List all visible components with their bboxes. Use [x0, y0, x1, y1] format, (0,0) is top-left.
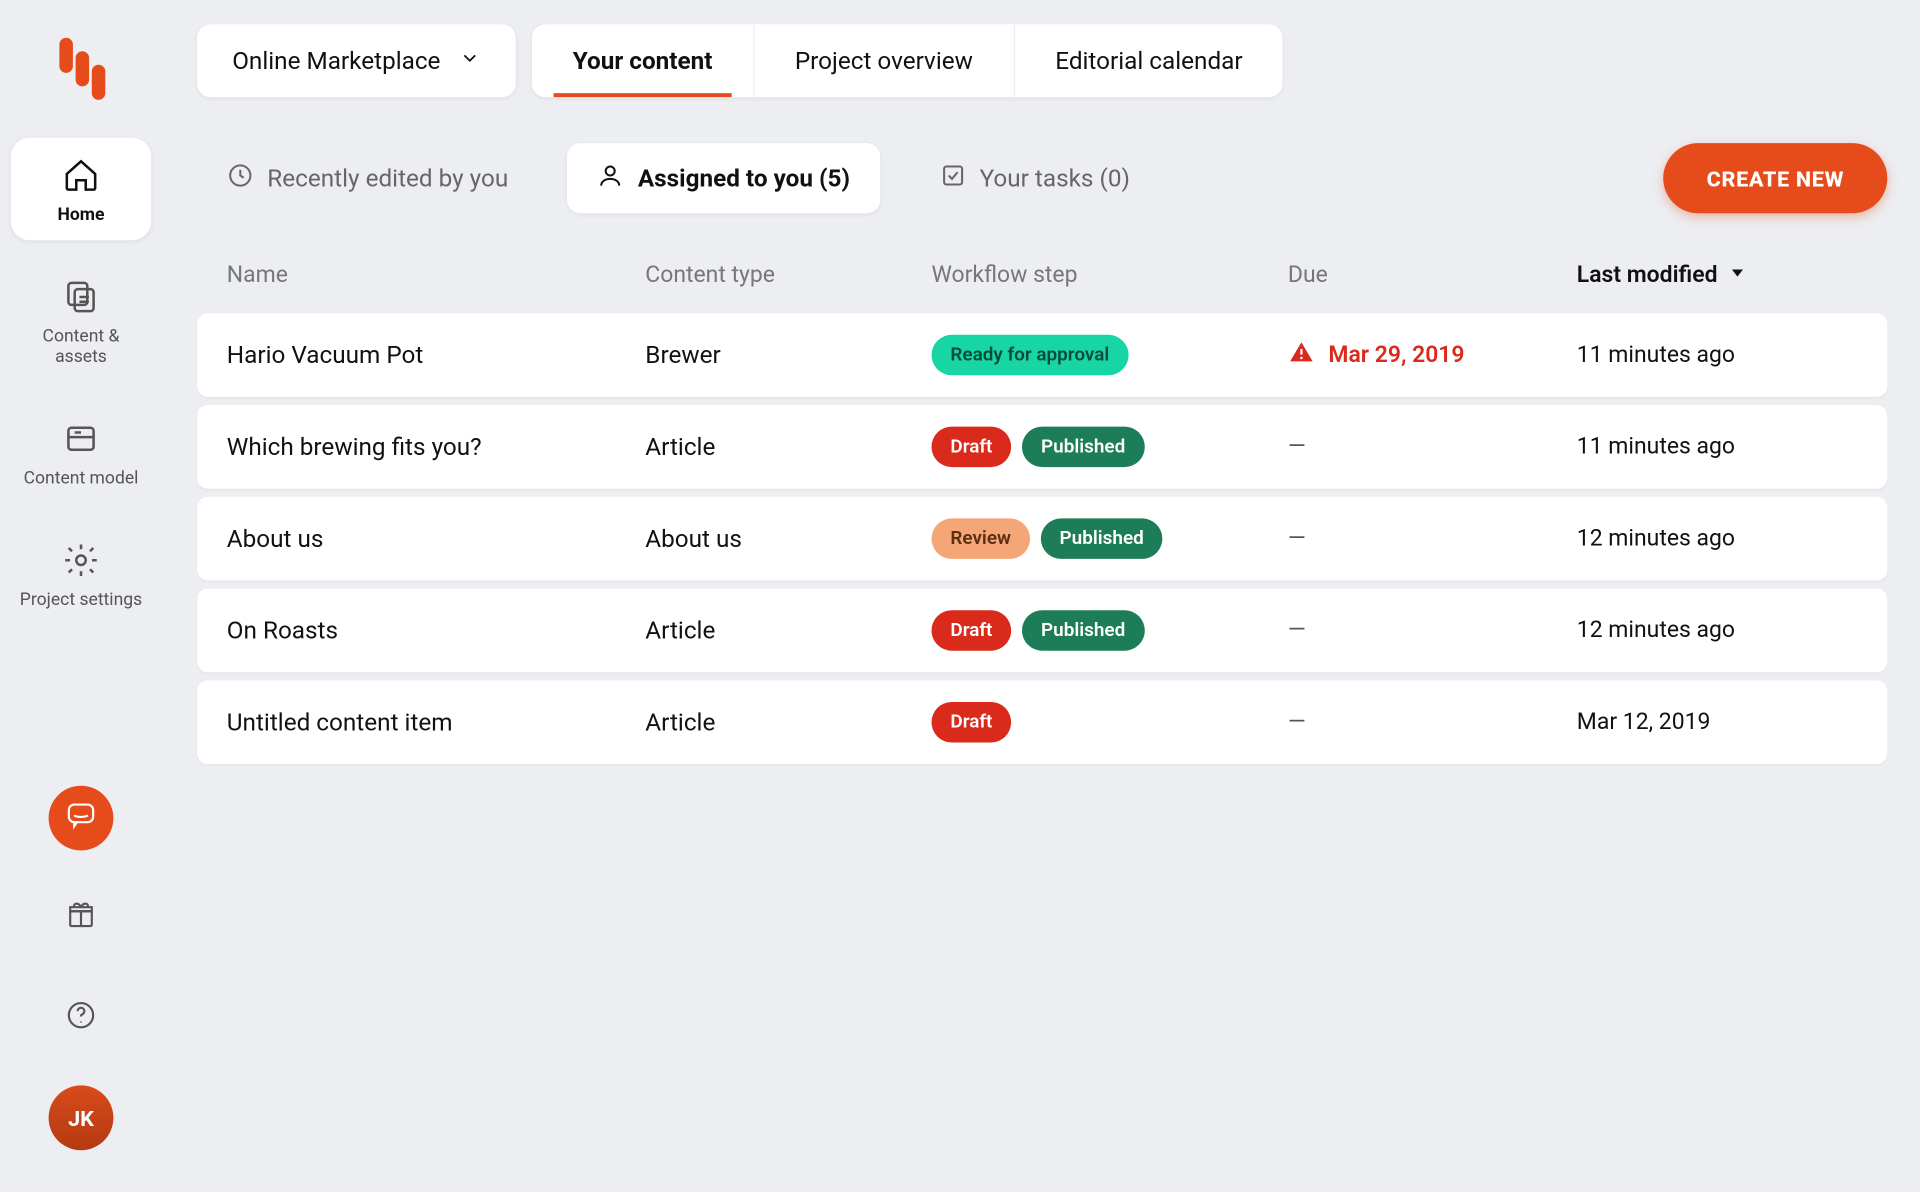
avatar-initials: JK: [68, 1105, 94, 1131]
model-icon: [62, 419, 100, 463]
th-name[interactable]: Name: [227, 262, 646, 289]
due-text: —: [1288, 709, 1306, 736]
cell-name: About us: [227, 524, 646, 552]
cell-type: About us: [645, 524, 931, 552]
home-icon: [62, 157, 100, 201]
filter-label: Recently edited by you: [267, 164, 508, 192]
brand-logo: [51, 32, 110, 108]
chat-icon: [65, 799, 97, 837]
sidebar: Home Content & assets Content model Proj…: [0, 0, 162, 1191]
th-due[interactable]: Due: [1288, 262, 1577, 289]
cell-due: —: [1288, 433, 1577, 460]
filter-label: Your tasks (0): [980, 164, 1130, 192]
sidebar-item-label: Content & assets: [16, 328, 146, 368]
th-step[interactable]: Workflow step: [932, 262, 1288, 289]
due-text: —: [1288, 617, 1306, 644]
cell-modified: 12 minutes ago: [1577, 617, 1858, 644]
table-header: Name Content type Workflow step Due Last…: [197, 248, 1887, 302]
sidebar-item-label: Project settings: [20, 591, 142, 611]
cell-modified: 11 minutes ago: [1577, 342, 1858, 369]
sidebar-item-label: Home: [58, 206, 105, 226]
sidebar-item-content[interactable]: Content & assets: [11, 259, 151, 382]
cell-modified: 11 minutes ago: [1577, 433, 1858, 460]
create-new-button[interactable]: CREATE NEW: [1663, 143, 1887, 213]
filter-recent[interactable]: Recently edited by you: [197, 143, 538, 213]
workflow-pill-draft: Draft: [932, 427, 1012, 468]
due-text: Mar 29, 2019: [1328, 342, 1464, 369]
help-button[interactable]: [49, 986, 114, 1051]
due-text: —: [1288, 433, 1306, 460]
workflow-pill-draft: Draft: [932, 610, 1012, 651]
table-row[interactable]: Hario Vacuum PotBrewerReady for approval…: [197, 313, 1887, 397]
tab-label: Your content: [573, 47, 713, 75]
cell-due: —: [1288, 617, 1577, 644]
overdue-warning-icon: [1288, 338, 1315, 372]
sort-desc-icon: [1728, 262, 1747, 289]
tab-label: Project overview: [795, 47, 973, 75]
tab-editorial-calendar[interactable]: Editorial calendar: [1015, 24, 1283, 97]
table-row[interactable]: Untitled content itemArticleDraft — Mar 12…: [197, 680, 1887, 764]
cell-name: On Roasts: [227, 616, 646, 644]
workflow-pill-review: Review: [932, 518, 1030, 559]
content-icon: [62, 278, 100, 322]
help-icon: [65, 999, 97, 1037]
table-row[interactable]: On RoastsArticleDraftPublished—12 minute…: [197, 589, 1887, 673]
table-row[interactable]: Which brewing fits you?ArticleDraftPubli…: [197, 405, 1887, 489]
table-rows: Hario Vacuum PotBrewerReady for approval…: [197, 313, 1887, 764]
tab-project-overview[interactable]: Project overview: [754, 24, 1014, 97]
cell-workflow: Ready for approval: [932, 335, 1288, 376]
header-tabs: Your content Project overview Editorial …: [532, 24, 1283, 97]
gift-icon: [65, 899, 97, 937]
tab-label: Editorial calendar: [1055, 47, 1242, 75]
sidebar-item-label: Content model: [24, 469, 139, 489]
tab-your-content[interactable]: Your content: [532, 24, 754, 97]
filter-assigned[interactable]: Assigned to you (5): [568, 143, 880, 213]
cell-name: Untitled content item: [227, 708, 646, 736]
workflow-pill-draft: Draft: [932, 702, 1012, 743]
cell-workflow: DraftPublished: [932, 610, 1288, 651]
gift-button[interactable]: [49, 886, 114, 951]
person-icon: [597, 161, 624, 195]
cell-type: Article: [645, 708, 931, 736]
workflow-pill-published: Published: [1041, 518, 1163, 559]
cell-workflow: Draft: [932, 702, 1288, 743]
cell-type: Article: [645, 616, 931, 644]
workflow-pill-published: Published: [1022, 427, 1144, 468]
clock-icon: [227, 161, 254, 195]
sidebar-item-settings[interactable]: Project settings: [11, 522, 151, 624]
cell-name: Hario Vacuum Pot: [227, 341, 646, 369]
cell-due: —: [1288, 525, 1577, 552]
project-name: Online Marketplace: [232, 47, 440, 75]
project-switcher[interactable]: Online Marketplace: [197, 24, 516, 97]
table-row[interactable]: About usAbout usReviewPublished—12 minut…: [197, 497, 1887, 581]
filter-bar: Recently edited by you Assigned to you (…: [197, 143, 1887, 213]
th-modified[interactable]: Last modified: [1577, 262, 1858, 289]
create-label: CREATE NEW: [1707, 165, 1844, 191]
workflow-pill-ready: Ready for approval: [932, 335, 1129, 376]
cell-modified: Mar 12, 2019: [1577, 709, 1858, 736]
cell-type: Article: [645, 433, 931, 461]
cell-modified: 12 minutes ago: [1577, 525, 1858, 552]
sidebar-item-model[interactable]: Content model: [11, 401, 151, 503]
main: Online Marketplace Your content Project …: [162, 0, 1920, 1191]
sidebar-item-home[interactable]: Home: [11, 138, 151, 240]
th-type[interactable]: Content type: [645, 262, 931, 289]
filter-label: Assigned to you (5): [638, 164, 850, 192]
th-modified-label: Last modified: [1577, 262, 1718, 289]
gear-icon: [62, 541, 100, 585]
user-avatar[interactable]: JK: [49, 1085, 114, 1150]
checkbox-icon: [939, 161, 966, 195]
chevron-down-icon: [459, 47, 481, 75]
cell-name: Which brewing fits you?: [227, 433, 646, 461]
cell-due: —: [1288, 709, 1577, 736]
cell-type: Brewer: [645, 341, 931, 369]
cell-due: Mar 29, 2019: [1288, 338, 1577, 372]
cell-workflow: DraftPublished: [932, 427, 1288, 468]
due-text: —: [1288, 525, 1306, 552]
intercom-button[interactable]: [49, 786, 114, 851]
workflow-pill-published: Published: [1022, 610, 1144, 651]
cell-workflow: Review Published: [932, 518, 1288, 559]
topbar: Online Marketplace Your content Project …: [197, 24, 1887, 97]
filter-tasks[interactable]: Your tasks (0): [909, 143, 1159, 213]
